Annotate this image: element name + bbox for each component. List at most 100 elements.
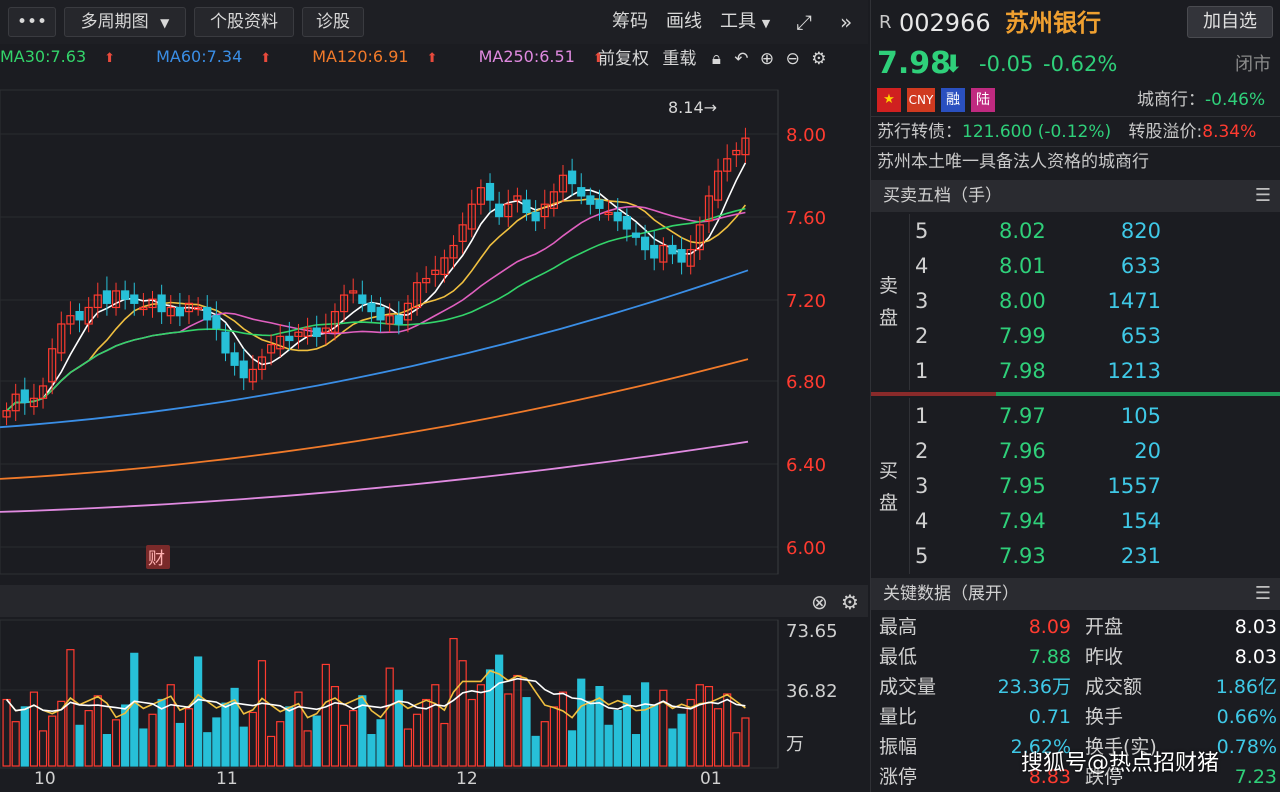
price-tick: 6.80 [786,372,826,393]
candle-body [531,211,540,222]
cny-tag[interactable]: CNY [907,88,935,112]
price-tick: 6.00 [786,538,826,559]
key-data-value: 0.66% [1216,706,1277,728]
buy-volume: 20 [1134,439,1161,463]
volume-bar [194,656,203,767]
add-watchlist-button[interactable]: 加自选 [1187,6,1273,38]
margin-tag[interactable]: 融 [941,88,965,112]
volume-bar [257,660,267,767]
candle-body [157,294,166,313]
ma30-line [6,207,746,412]
key-data-label: 振幅 [879,736,918,758]
volume-bar [495,654,504,767]
divider [871,146,1280,147]
divider [871,116,1280,117]
volume-bar [522,697,531,767]
sell-row[interactable]: 1 7.98 1213 [871,354,1280,389]
sell-row[interactable]: 2 7.99 653 [871,319,1280,354]
volume-bar [741,717,750,767]
volume-bar [458,660,467,767]
volume-bar [139,728,148,767]
volume-bar [111,719,121,767]
volume-bar [568,730,577,767]
sector-label: 城商行： [1137,90,1205,110]
orderbook-title: 买卖五档（手） [883,186,1002,206]
date-tick: 10 [34,769,56,789]
stock-code: 002966 [899,9,991,37]
menu-icon[interactable]: ☰ [1255,578,1271,610]
volume-bar [102,734,112,767]
volume-bar [321,663,330,767]
sell-row[interactable]: 5 8.02 820 [871,214,1280,249]
key-data-title: 关键数据（展开） [883,584,1019,604]
chart-area: ••• 多周期图 ▼ 个股资料 诊股 筹码 画线 工具 ▼ ⤢ » MA30:7… [0,0,868,792]
volume-ma-lines [5,669,746,719]
key-data-label: 换手 [1085,706,1124,728]
volume-bar [723,693,732,767]
buy-row[interactable]: 4 7.94 154 [871,504,1280,539]
volume-bar [440,722,449,767]
buy-row[interactable]: 5 7.93 231 [871,539,1280,574]
volume-bar [668,728,677,767]
key-data-value: 7.23 [1234,766,1277,788]
bond-info[interactable]: 苏行转债：121.600 (-0.12%) 转股溢价:8.34% [877,118,1256,146]
volume-bar [349,710,358,767]
volume-settings-gear-icon[interactable]: ⚙ [841,590,859,614]
volume-tick: 73.65 [786,621,838,642]
key-data-header[interactable]: 关键数据（展开） ☰ [871,578,1280,610]
sector-info[interactable]: 城商行：-0.46% [1137,86,1265,114]
buy-level: 4 [915,509,929,533]
connect-tag[interactable]: 陆 [971,88,995,112]
volume-header-bar [0,585,868,617]
high-annotation: 8.14→ [668,98,717,117]
volume-bar [650,704,659,767]
volume-bar [412,713,422,767]
volume-bar [540,721,549,767]
key-data-row: 量比 0.71 换手 0.66% [871,702,1280,732]
key-data-label: 成交量 [879,676,937,698]
candle-body [595,199,604,209]
candle-body [668,244,677,255]
volume-bar [586,700,595,767]
sector-change: -0.46% [1205,90,1266,110]
close-volume-icon[interactable]: ⊗ [811,590,828,614]
candle-body [358,294,367,304]
volume-bar [385,667,394,767]
buy-level: 3 [915,474,929,498]
sell-row[interactable]: 4 8.01 633 [871,249,1280,284]
volume-bar [485,669,495,767]
orderbook-header[interactable]: 买卖五档（手） ☰ [871,180,1280,212]
volume-bar [577,678,586,767]
volume-bar [704,685,714,767]
key-data-value: 8.03 [1234,616,1277,638]
volume-bar [20,706,29,767]
buy-price: 7.94 [999,509,1046,533]
stock-name: 苏州银行 [1005,9,1101,37]
menu-icon[interactable]: ☰ [1255,180,1271,212]
ma10-line [6,197,747,412]
candle-body [230,352,239,366]
sell-volume: 653 [1120,324,1161,348]
buy-volume: 1557 [1107,474,1161,498]
candle-body [376,306,385,321]
buy-row[interactable]: 3 7.95 1557 [871,469,1280,504]
finance-badge[interactable]: 财 [148,549,165,569]
sell-level: 2 [915,324,929,348]
volume-bar [558,691,568,767]
buy-row[interactable]: 2 7.96 20 [871,434,1280,469]
buy-row[interactable]: 1 7.97 105 [871,399,1280,434]
buy-level: 1 [915,404,929,428]
candle-body [212,315,221,329]
volume-bar [29,691,39,767]
market-status: 闭市 [1235,54,1271,75]
sell-row[interactable]: 3 8.00 1471 [871,284,1280,319]
sell-volume: 633 [1120,254,1161,278]
bond-value: 121.600 (-0.12%) [962,122,1112,142]
sell-pressure-bar [871,392,996,396]
down-arrow-icon: ⬇ [943,50,964,78]
premium-value: 8.34% [1202,122,1257,142]
volume-bar [713,708,723,767]
volume-axis: 73.65 36.82 万 [786,621,838,755]
key-data-row: 最低 7.88 昨收 8.03 [871,642,1280,672]
candle-body [640,236,650,251]
